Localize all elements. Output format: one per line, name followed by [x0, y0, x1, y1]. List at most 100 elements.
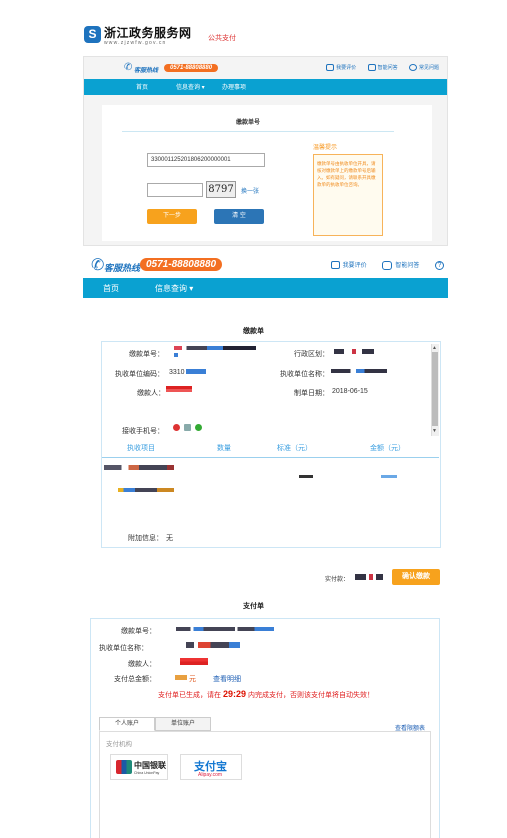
redacted-value [166, 386, 192, 392]
edit-icon[interactable] [183, 424, 191, 431]
redacted-value [174, 346, 256, 350]
evaluate-link[interactable]: 我要评价 [330, 261, 367, 270]
countdown-notice: 支付单已生成，请在 29:29 内完成支付，否则该支付单将自动失效！ [91, 689, 441, 700]
help-icon: ? [435, 260, 444, 270]
add-icon[interactable] [194, 424, 202, 431]
col-amount: 金额（元） [370, 445, 405, 452]
tips-title: 温馨提示 [313, 145, 338, 151]
unionpay-name-en: China UnionPay [134, 771, 160, 775]
date-value: 2018-06-15 [332, 388, 368, 395]
redacted-value [180, 658, 208, 665]
nav-home[interactable]: 首页 [103, 283, 119, 294]
help-icon [408, 64, 417, 72]
bill-number-input[interactable]: 330001125201806200000001 [147, 153, 265, 167]
slip-total-label: 支付总金额： [114, 676, 156, 683]
col-qty: 数量 [217, 445, 231, 452]
col-standard: 标准（元） [277, 445, 312, 452]
hotline-number: 0571-88808880 [140, 258, 223, 271]
change-captcha-link[interactable]: 换一张 [241, 186, 259, 195]
redacted-item [118, 488, 174, 492]
next-button[interactable]: 下一步 [147, 209, 197, 224]
faq-link[interactable]: 常见问题 [408, 64, 439, 72]
qa-link[interactable]: 智能问答 [382, 260, 419, 270]
total-unit: 元 [189, 676, 196, 683]
unionpay-name: 中国银联 [134, 760, 166, 770]
site-logo-icon[interactable]: S [84, 26, 101, 43]
tab-personal[interactable]: 个人账户 [99, 717, 155, 731]
redacted-value [174, 353, 178, 357]
hotline-number: 0571-88808880 [164, 64, 219, 72]
collector-code-value: 3310 [169, 369, 185, 376]
site-title[interactable]: 浙江政务服务网 [104, 24, 192, 41]
alipay-option[interactable]: 支付宝 Alipay.com [180, 754, 242, 780]
scroll-down-icon[interactable]: ▼ [432, 428, 437, 434]
countdown-suffix: 内完成支付，否则该支付单将自动失效！ [247, 692, 374, 699]
main-topbar: ✆ 客服热线 0571-88808880 我要评价 智能问答 ? [83, 252, 448, 277]
view-detail-link[interactable]: 查看明细 [213, 674, 241, 684]
redacted-value [331, 369, 387, 373]
bill-query-panel: ✆ 客服热线 0571-88808880 我要评价 智能问答 常见问题 首页 信… [83, 56, 448, 246]
unionpay-option[interactable]: 中国银联 China UnionPay [110, 754, 168, 780]
comment-icon [326, 64, 335, 72]
slip-bill-no-label: 缴款单号： [121, 628, 156, 635]
redacted-value [176, 627, 274, 631]
date-label: 制单日期： [294, 390, 329, 397]
qa-link[interactable]: 智能问答 [367, 64, 398, 72]
collector-code-label: 执收单位编码： [115, 371, 164, 378]
nav-home[interactable]: 首页 [136, 82, 148, 91]
panel-topbar: ✆ 客服热线 0571-88808880 我要评价 智能问答 常见问题 [84, 57, 447, 79]
redacted-item [104, 465, 174, 470]
scroll-up-icon[interactable]: ▲ [432, 345, 437, 351]
items-table-header: 执收项目 数量 标准（元） 金额（元） [102, 440, 439, 458]
robot-icon [382, 260, 393, 270]
main-nav: 首页 信息查询 ▾ [83, 278, 448, 298]
captcha-image[interactable]: 8797 [206, 181, 236, 198]
unionpay-logo-icon [116, 760, 132, 774]
scrollbar-thumb[interactable] [432, 352, 438, 426]
confirm-payment-button[interactable]: 确认缴款 [392, 569, 440, 585]
countdown-timer: 29:29 [222, 689, 247, 699]
section-tag: 公共支付 [208, 35, 236, 42]
clear-button[interactable]: 清 空 [214, 209, 264, 224]
slip-payer-label: 缴款人： [128, 661, 156, 668]
query-form: 缴款单号 330001125201806200000001 8797 换一张 下… [102, 105, 432, 241]
nav-services[interactable]: 办理事项 [222, 82, 246, 91]
extra-info-value: 无 [166, 535, 173, 542]
col-item: 执收项目 [127, 445, 155, 452]
comment-icon [330, 261, 340, 270]
redacted-amount [175, 675, 187, 680]
extra-info-label: 附加信息： [128, 535, 163, 542]
form-title: 缴款单号 [235, 120, 260, 126]
payment-slip: 缴款单号： 执收单位名称： 缴款人： 支付总金额： 元 查看明细 支付单已生成，… [90, 618, 440, 838]
captcha-input[interactable] [147, 183, 203, 197]
remove-icon[interactable] [173, 424, 180, 431]
site-domain: www.zjzwfw.gov.cn [104, 40, 167, 46]
pay-amount-label: 实付款： [325, 577, 350, 583]
help-link[interactable]: ? [435, 260, 444, 270]
divider [122, 131, 394, 132]
institutions-label: 支付机构 [106, 741, 132, 748]
redacted-amount [355, 574, 383, 580]
redacted-value [186, 369, 206, 374]
evaluate-link[interactable]: 我要评价 [326, 64, 356, 72]
slip-collector-label: 执收单位名称： [99, 645, 148, 652]
main-nav: 首页 信息查询 ▾ 办理事项 [84, 79, 447, 95]
phone-actions [171, 424, 202, 431]
tab-company[interactable]: 单位账户 [155, 717, 211, 731]
tips-box: 缴款单号由执收单位开具，请核对缴款单上的缴款单号后输入。如有疑问，请联系开具缴款… [313, 154, 383, 236]
nav-info-query[interactable]: 信息查询 ▾ [155, 283, 193, 294]
phone-icon: ✆ [91, 257, 105, 274]
notice-title: 缴款单 [243, 328, 264, 335]
redacted-item [381, 475, 397, 478]
redacted-value [334, 349, 374, 354]
collector-name-label: 执收单位名称： [280, 371, 329, 378]
nav-info-query[interactable]: 信息查询 ▾ [176, 82, 205, 91]
top-links: 我要评价 智能问答 ? [317, 260, 444, 270]
redacted-value [186, 642, 240, 648]
hotline-label: 客服热线 [104, 263, 141, 273]
slip-title: 支付单 [243, 603, 264, 610]
alipay-name-en: Alipay.com [198, 772, 223, 778]
bill-no-label: 缴款单号： [129, 351, 164, 358]
phone-label: 接收手机号： [122, 428, 164, 435]
region-label: 行政区划： [294, 351, 329, 358]
